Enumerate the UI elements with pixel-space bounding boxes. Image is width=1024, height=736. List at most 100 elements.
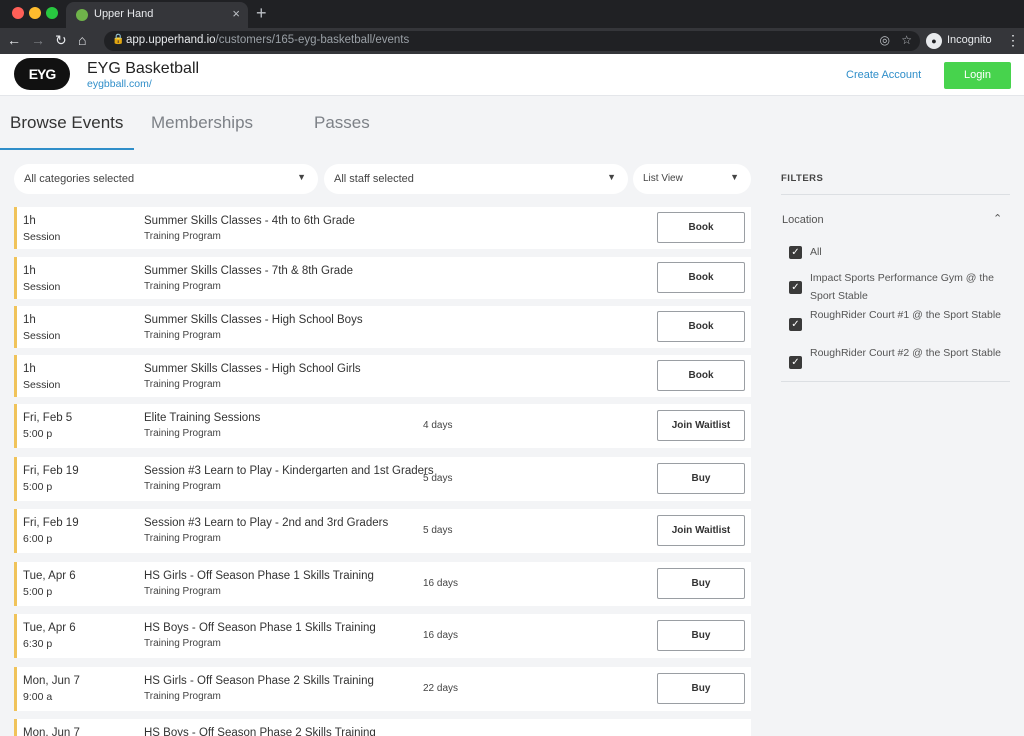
event-row[interactable]: 1h Session Summer Skills Classes - 4th to … xyxy=(14,207,751,249)
event-title[interactable]: HS Girls - Off Season Phase 1 Skills Tra… xyxy=(144,570,374,582)
event-row[interactable]: Tue, Apr 6 6:30 p HS Boys - Off Season Pha… xyxy=(14,614,751,658)
event-date: Mon, Jun 7 xyxy=(23,727,80,736)
event-date: 1h xyxy=(23,215,36,227)
event-action-button[interactable]: Buy xyxy=(657,673,745,704)
event-row[interactable]: Fri, Feb 5 5:00 p Elite Training Sessions T… xyxy=(14,404,751,448)
event-title[interactable]: Summer Skills Classes - High School Boys xyxy=(144,314,363,326)
view-select-value: List View xyxy=(643,173,683,184)
event-title[interactable]: HS Boys - Off Season Phase 1 Skills Trai… xyxy=(144,622,376,634)
filters-divider xyxy=(781,194,1010,195)
event-type: Training Program xyxy=(144,586,221,597)
location-checkbox-court-1[interactable]: ✓ xyxy=(789,318,802,331)
business-url-link[interactable]: eygbball.com/ xyxy=(87,78,152,90)
upper-hand-favicon-icon xyxy=(76,9,88,21)
event-row[interactable]: 1h Session Summer Skills Classes - High Sc… xyxy=(14,306,751,348)
event-row[interactable]: 1h Session Summer Skills Classes - High Sc… xyxy=(14,355,751,397)
caret-down-icon: ▼ xyxy=(297,172,306,182)
event-action-button[interactable]: Join Waitlist xyxy=(657,410,745,441)
event-row[interactable]: Fri, Feb 19 6:00 p Session #3 Learn to Pla… xyxy=(14,509,751,553)
eye-off-icon[interactable]: ◎ xyxy=(880,33,890,47)
event-date: 1h xyxy=(23,265,36,277)
event-row[interactable]: Fri, Feb 19 5:00 p Session #3 Learn to Pla… xyxy=(14,457,751,501)
url-host: app.upperhand.io xyxy=(126,34,216,46)
event-title[interactable]: HS Boys - Off Season Phase 2 Skills Trai… xyxy=(144,727,376,736)
location-checkbox-court-2[interactable]: ✓ xyxy=(789,356,802,369)
event-action-button[interactable]: Buy xyxy=(657,463,745,494)
event-duration: 4 days xyxy=(423,420,453,431)
tab-browse-events[interactable]: Browse Events xyxy=(10,113,123,133)
app-header: EYG EYG Basketball eygbball.com/ Create … xyxy=(0,54,1024,96)
event-action-button[interactable]: Buy xyxy=(657,620,745,651)
categories-select[interactable]: All categories selected ▼ xyxy=(14,164,318,194)
event-title[interactable]: Summer Skills Classes - High School Girl… xyxy=(144,363,361,375)
event-action-button[interactable]: Book xyxy=(657,212,745,243)
reload-icon[interactable]: ↻ xyxy=(55,32,67,48)
new-tab-icon[interactable]: + xyxy=(256,3,267,24)
home-icon[interactable]: ⌂ xyxy=(78,32,86,48)
event-action-button[interactable]: Book xyxy=(657,311,745,342)
event-title[interactable]: Summer Skills Classes - 7th & 8th Grade xyxy=(144,265,353,277)
location-option-label: Impact Sports Performance Gym @ the Spor… xyxy=(810,272,994,302)
event-time: Session xyxy=(23,281,61,293)
location-option-label: RoughRider Court #1 @ the Sport Stable xyxy=(810,309,1002,321)
event-duration: 16 days xyxy=(423,578,459,589)
location-option-label: All xyxy=(810,246,822,258)
staff-select[interactable]: All staff selected ▼ xyxy=(324,164,628,194)
event-duration: 22 days xyxy=(423,683,459,694)
browser-tab-strip: Upper Hand × + xyxy=(0,0,1024,28)
view-select[interactable]: List View ▼ xyxy=(633,164,751,194)
event-action-button[interactable]: Join Waitlist xyxy=(657,515,745,546)
close-tab-icon[interactable]: × xyxy=(232,6,240,21)
url-text[interactable]: app.upperhand.io/customers/165-eyg-baske… xyxy=(126,34,409,46)
event-duration: 16 days xyxy=(423,630,459,641)
login-button[interactable]: Login xyxy=(944,62,1011,89)
location-checkbox-all[interactable]: ✓ xyxy=(789,246,802,259)
lock-icon[interactable]: 🔒 xyxy=(112,34,124,45)
event-duration: 5 days xyxy=(423,525,453,536)
event-time: 5:00 p xyxy=(23,586,53,598)
chevron-up-icon[interactable]: ⌃ xyxy=(993,212,1002,225)
location-filter-label[interactable]: Location xyxy=(782,214,824,226)
event-action-button[interactable]: Book xyxy=(657,262,745,293)
forward-icon[interactable]: → xyxy=(31,32,45,48)
filters-title: FILTERS xyxy=(781,173,824,184)
event-type: Training Program xyxy=(144,481,221,492)
location-checkbox-impact[interactable]: ✓ xyxy=(789,281,802,294)
event-date: Tue, Apr 6 xyxy=(23,622,76,634)
event-date: Fri, Feb 19 xyxy=(23,465,79,477)
maximize-window-icon[interactable] xyxy=(46,7,58,19)
filters-divider xyxy=(781,381,1010,382)
event-title[interactable]: Summer Skills Classes - 4th to 6th Grade xyxy=(144,215,355,227)
close-window-icon[interactable] xyxy=(12,7,24,19)
event-type: Training Program xyxy=(144,428,221,439)
event-time: Session xyxy=(23,231,61,243)
business-name: EYG Basketball xyxy=(87,60,200,77)
kebab-icon[interactable]: ⋮ xyxy=(1006,32,1020,49)
browser-toolbar: ← → ↻ ⌂ 🔒 app.upperhand.io/customers/165… xyxy=(0,28,1024,54)
event-row[interactable]: Tue, Apr 6 5:00 p HS Girls - Off Season Ph… xyxy=(14,562,751,606)
tab-passes[interactable]: Passes xyxy=(314,113,370,133)
event-title[interactable]: Session #3 Learn to Play - 2nd and 3rd G… xyxy=(144,517,388,529)
event-type: Training Program xyxy=(144,379,221,390)
minimize-window-icon[interactable] xyxy=(29,7,41,19)
incognito-label: Incognito xyxy=(947,34,992,46)
business-logo[interactable]: EYG xyxy=(14,58,70,90)
event-date: Fri, Feb 5 xyxy=(23,412,73,424)
star-icon[interactable]: ☆ xyxy=(901,33,912,47)
event-title[interactable]: HS Girls - Off Season Phase 2 Skills Tra… xyxy=(144,675,374,687)
event-row[interactable]: 1h Session Summer Skills Classes - 7th & 8… xyxy=(14,257,751,299)
event-row[interactable]: Mon, Jun 7 HS Boys - Off Season Phase 2 S… xyxy=(14,719,751,736)
incognito-icon: ● xyxy=(926,33,942,49)
create-account-link[interactable]: Create Account xyxy=(846,69,921,81)
event-row[interactable]: Mon, Jun 7 9:00 a HS Girls - Off Season Ph… xyxy=(14,667,751,711)
address-bar[interactable]: 🔒 app.upperhand.io/customers/165-eyg-bas… xyxy=(104,31,920,51)
event-type: Training Program xyxy=(144,231,221,242)
event-type: Training Program xyxy=(144,281,221,292)
event-title[interactable]: Elite Training Sessions xyxy=(144,412,260,424)
tab-memberships[interactable]: Memberships xyxy=(151,113,253,133)
event-action-button[interactable]: Book xyxy=(657,360,745,391)
back-icon[interactable]: ← xyxy=(7,32,21,48)
browser-tab[interactable]: Upper Hand × xyxy=(66,2,248,28)
event-title[interactable]: Session #3 Learn to Play - Kindergarten … xyxy=(144,465,434,477)
event-action-button[interactable]: Buy xyxy=(657,568,745,599)
